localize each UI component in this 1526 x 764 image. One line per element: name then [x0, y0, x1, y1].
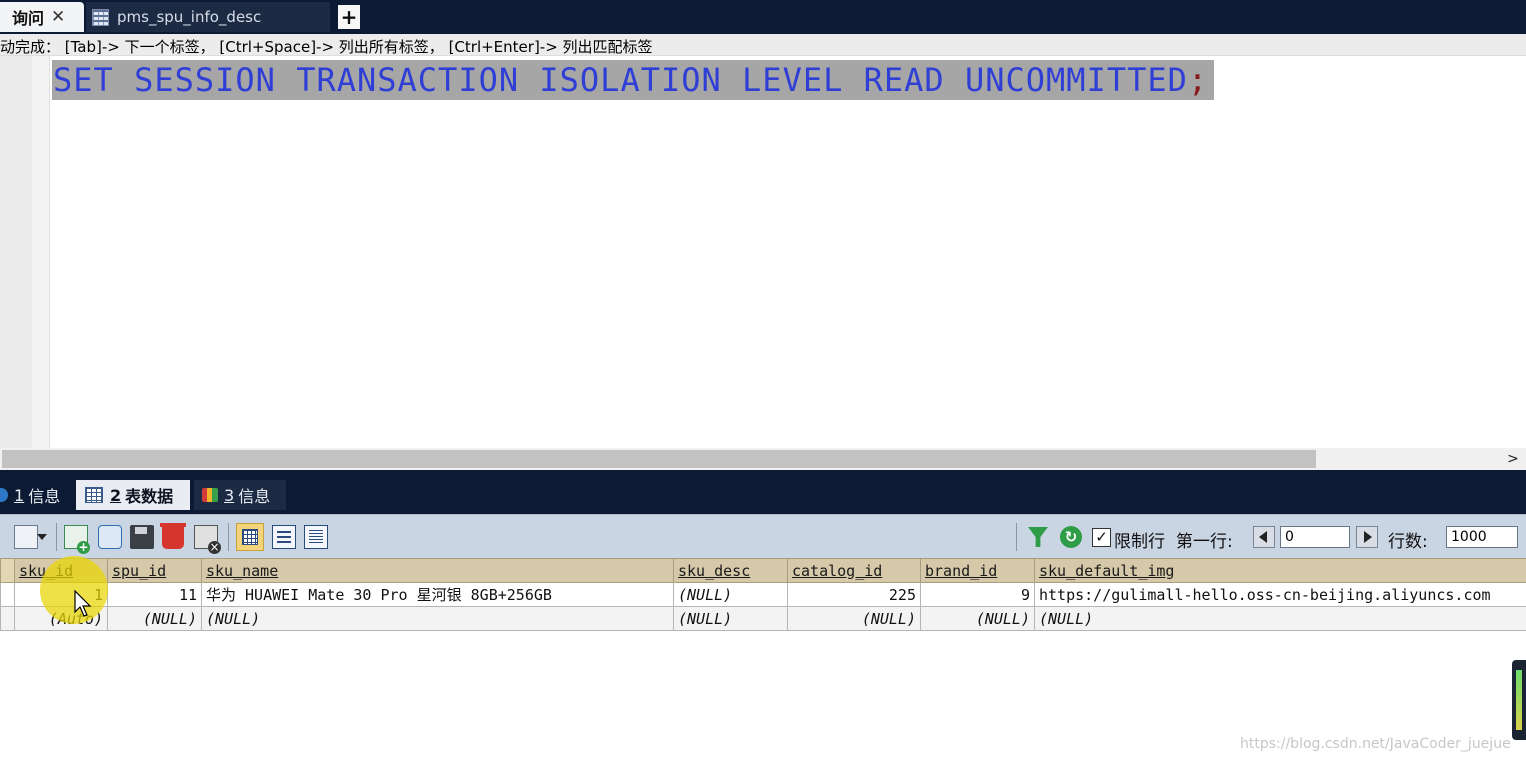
first-row-input[interactable] — [1280, 526, 1350, 548]
cell-catalog-id[interactable]: 225 — [787, 582, 921, 607]
previous-page-icon[interactable] — [1253, 526, 1275, 548]
column-header-label: sku_desc — [678, 561, 751, 580]
fold-gutter — [32, 56, 50, 448]
column-header-label: catalog_id — [792, 561, 883, 580]
row-indicator[interactable] — [0, 606, 15, 631]
tab-table-label: pms_spu_info_desc — [117, 8, 262, 26]
cell-sku-desc[interactable]: (NULL) — [673, 582, 788, 607]
column-header-sku-id[interactable]: sku_id — [14, 558, 108, 583]
cell-sku-default-img[interactable]: (NULL) — [1034, 606, 1526, 631]
result-toolbar: ↻ ✓ 限制行 第一行: 行数: — [0, 514, 1526, 558]
table-row[interactable]: 1 11 华为 HUAWEI Mate 30 Pro 星河银 8GB+256GB… — [0, 582, 1526, 607]
tab-table-pms-spu-info-desc[interactable]: pms_spu_info_desc — [86, 2, 330, 32]
column-header-spu-id[interactable]: spu_id — [107, 558, 202, 583]
cell-brand-id[interactable]: 9 — [920, 582, 1035, 607]
row-count-input[interactable] — [1446, 526, 1518, 548]
column-header-sku-desc[interactable]: sku_desc — [673, 558, 788, 583]
line-number-gutter — [0, 56, 32, 448]
limit-rows-checkbox[interactable]: ✓ — [1092, 528, 1111, 547]
grid-options-dropdown-icon[interactable] — [14, 525, 47, 549]
result-tab-bar: 1 信息 2 表数据 3 信息 — [0, 470, 1526, 514]
sql-statement-text: SET SESSION TRANSACTION ISOLATION LEVEL … — [53, 61, 1188, 99]
sql-semicolon: ; — [1187, 61, 1209, 99]
sql-editor[interactable]: SET SESSION TRANSACTION ISOLATION LEVEL … — [0, 56, 1526, 448]
side-panel-handle[interactable] — [1512, 660, 1526, 740]
grid-header-row: sku_id spu_id sku_name sku_desc catalog_… — [0, 558, 1526, 583]
tab-table-data[interactable]: 2 表数据 — [76, 480, 190, 510]
column-header-label: sku_id — [19, 561, 74, 580]
toolbar-separator — [1016, 523, 1017, 551]
scrollbar-thumb[interactable] — [2, 450, 1316, 468]
grid-view-icon[interactable] — [236, 523, 264, 551]
row-indicator[interactable] — [0, 582, 15, 607]
cell-sku-desc[interactable]: (NULL) — [673, 606, 788, 631]
filter-icon[interactable] — [1028, 527, 1048, 547]
info-icon — [0, 488, 8, 502]
tab-messages-1[interactable]: 1 信息 — [0, 480, 72, 510]
cell-sku-name[interactable]: (NULL) — [201, 606, 674, 631]
editor-horizontal-scrollbar[interactable]: > — [0, 448, 1526, 470]
column-header-sku-name[interactable]: sku_name — [201, 558, 674, 583]
column-header-label: sku_name — [206, 561, 279, 580]
refresh-icon[interactable]: ↻ — [1060, 526, 1082, 548]
column-header-label: spu_id — [112, 561, 167, 580]
row-count-label: 行数: — [1388, 532, 1428, 552]
column-header-label: brand_id — [925, 561, 998, 580]
toolbar-separator — [56, 523, 57, 551]
column-header-label: sku_default_img — [1039, 561, 1175, 580]
autocomplete-hint-text: 动完成： [Tab]-> 下一个标签， [Ctrl+Space]-> 列出所有标… — [0, 38, 653, 56]
duplicate-row-icon[interactable] — [98, 525, 122, 549]
toolbar-separator — [228, 523, 229, 551]
cancel-changes-icon[interactable] — [194, 525, 221, 554]
document-tab-bar: 询问 ✕ pms_spu_info_desc + — [0, 0, 1526, 34]
tab-label: 信息 — [238, 487, 271, 506]
new-tab-button[interactable]: + — [338, 5, 360, 29]
limit-rows-label: 限制行 — [1114, 532, 1165, 552]
cell-catalog-id[interactable]: (NULL) — [787, 606, 921, 631]
tab-query-label: 询问 — [12, 9, 45, 28]
first-row-label: 第一行: — [1176, 532, 1233, 552]
cell-spu-id[interactable]: 11 — [107, 582, 202, 607]
form-view-icon[interactable] — [272, 525, 296, 549]
tab-label: 信息 — [28, 487, 61, 506]
grid-icon — [85, 487, 103, 503]
result-grid: sku_id spu_id sku_name sku_desc catalog_… — [0, 558, 1526, 631]
save-icon[interactable] — [130, 525, 154, 549]
row-header-corner — [0, 558, 15, 583]
delete-row-icon[interactable] — [160, 523, 186, 549]
cell-spu-id[interactable]: (NULL) — [107, 606, 202, 631]
info-multi-icon — [202, 488, 218, 502]
cell-brand-id[interactable]: (NULL) — [920, 606, 1035, 631]
cell-sku-id[interactable]: 1 — [14, 582, 108, 607]
tab-label: 表数据 — [125, 487, 174, 506]
cell-sku-name[interactable]: 华为 HUAWEI Mate 30 Pro 星河银 8GB+256GB — [201, 582, 674, 607]
add-row-icon[interactable] — [64, 525, 90, 554]
column-header-brand-id[interactable]: brand_id — [920, 558, 1035, 583]
close-icon[interactable]: ✕ — [51, 7, 65, 27]
tab-number: 1 — [14, 485, 25, 505]
sql-statement-line[interactable]: SET SESSION TRANSACTION ISOLATION LEVEL … — [52, 60, 1215, 100]
watermark-text: https://blog.csdn.net/JavaCoder_juejue — [1240, 736, 1511, 752]
tab-number: 2 — [110, 485, 122, 505]
next-page-icon[interactable] — [1356, 526, 1378, 548]
column-header-sku-default-img[interactable]: sku_default_img — [1034, 558, 1526, 583]
table-row-new[interactable]: (Auto) (NULL) (NULL) (NULL) (NULL) (NULL… — [0, 606, 1526, 631]
cell-sku-default-img[interactable]: https://gulimall-hello.oss-cn-beijing.al… — [1034, 582, 1526, 607]
table-icon — [92, 8, 109, 26]
autocomplete-hint-bar: 动完成： [Tab]-> 下一个标签， [Ctrl+Space]-> 列出所有标… — [0, 34, 1526, 56]
text-view-icon[interactable] — [304, 525, 328, 549]
cell-sku-id[interactable]: (Auto) — [14, 606, 108, 631]
column-header-catalog-id[interactable]: catalog_id — [787, 558, 921, 583]
scroll-right-arrow-icon[interactable]: > — [1504, 449, 1522, 469]
tab-query[interactable]: 询问 ✕ — [0, 2, 84, 32]
tab-messages-3[interactable]: 3 信息 — [194, 480, 286, 510]
tab-number: 3 — [224, 485, 235, 505]
